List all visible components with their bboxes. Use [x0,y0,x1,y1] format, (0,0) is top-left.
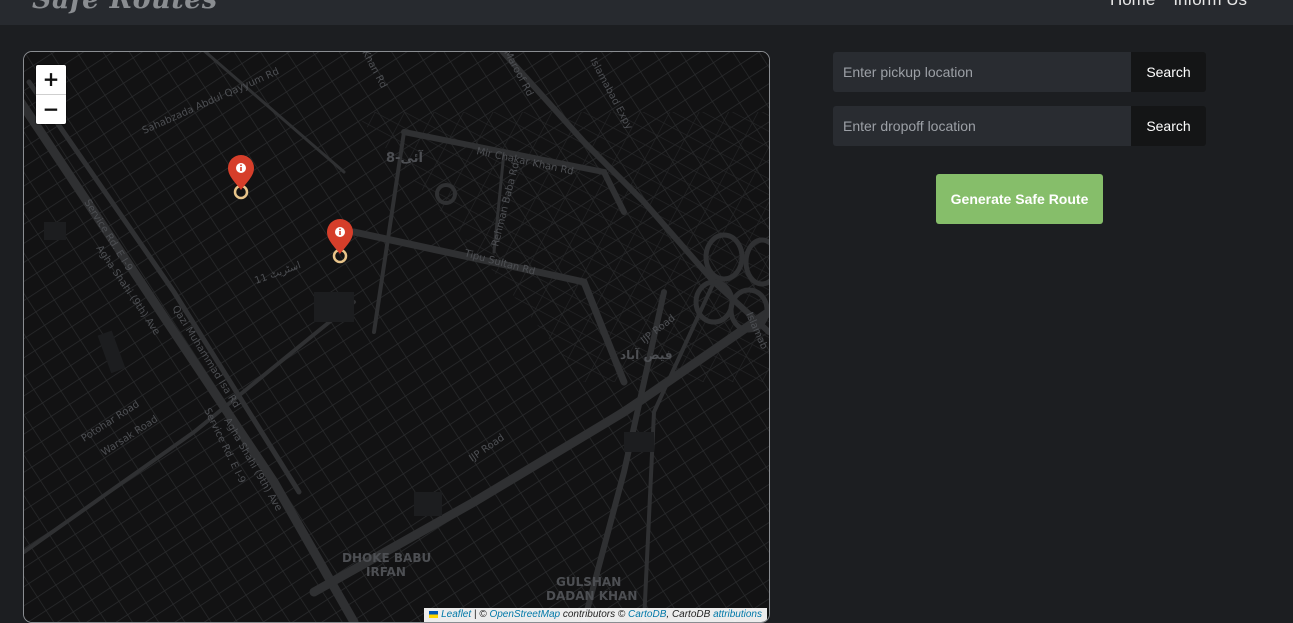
map-attribution: Leaflet | © OpenStreetMap contributors ©… [424,608,767,622]
attrib-sep: | © [471,609,490,620]
generate-route-button[interactable]: Generate Safe Route [936,174,1103,224]
cartodb-link[interactable]: CartoDB [628,609,666,620]
brand-logo[interactable]: Safe Routes [32,0,218,15]
dropoff-search-button[interactable]: Search [1131,106,1206,146]
pickup-input[interactable] [833,52,1131,92]
top-navbar: Safe Routes Home Inform Us [0,0,1293,25]
map-tiles[interactable]: آئی-8 فیض آباد Mir Chakar Khan Rd Tipu S… [24,52,769,622]
attrib-mid: contributors © [560,609,629,620]
dropoff-search-row: Search [833,106,1206,146]
nav-home[interactable]: Home [1110,0,1155,10]
pickup-search-row: Search [833,52,1206,92]
osm-link[interactable]: OpenStreetMap [489,609,560,620]
label-dhoke-2: IRFAN [366,565,406,579]
attrib-mid2: , CartoDB [666,609,714,620]
zoom-in-button[interactable]: + [36,65,66,94]
dropoff-marker-icon[interactable] [326,218,354,266]
leaflet-link[interactable]: Leaflet [441,609,471,620]
label-i8: آئی-8 [386,149,423,166]
label-gulshan-2: DADAN KHAN [546,589,637,603]
pickup-search-button[interactable]: Search [1131,52,1206,92]
map-view[interactable]: آئی-8 فیض آباد Mir Chakar Khan Rd Tipu S… [23,51,770,623]
attributions-link[interactable]: attributions [713,609,762,620]
label-gulshan-1: GULSHAN [556,575,621,589]
zoom-control: + − [36,65,66,124]
nav-links: Home Inform Us [1110,0,1247,10]
pickup-marker-icon[interactable] [227,154,255,202]
nav-inform-us[interactable]: Inform Us [1173,0,1247,10]
zoom-out-button[interactable]: − [36,94,66,124]
dropoff-input[interactable] [833,106,1131,146]
label-faizabad: فیض آباد [620,347,673,362]
label-dhoke-1: DHOKE BABU [342,551,431,565]
